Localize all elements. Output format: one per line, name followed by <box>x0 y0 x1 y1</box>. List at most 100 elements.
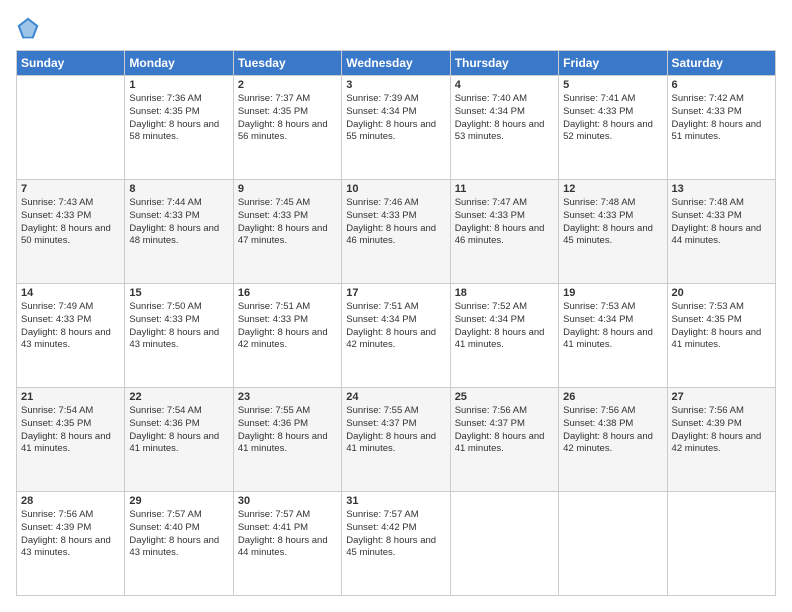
logo-icon <box>16 16 40 40</box>
daylight: Daylight: 8 hours and 42 minutes. <box>238 327 328 351</box>
sunrise: Sunrise: 7:57 AM <box>346 509 418 520</box>
day-number: 17 <box>346 287 445 299</box>
sunset: Sunset: 4:33 PM <box>129 210 199 221</box>
sunset: Sunset: 4:35 PM <box>238 106 308 117</box>
day-header-monday: Monday <box>125 51 233 76</box>
calendar-cell: 10Sunrise: 7:46 AMSunset: 4:33 PMDayligh… <box>342 180 450 284</box>
cell-content: Sunrise: 7:51 AMSunset: 4:33 PMDaylight:… <box>238 301 337 352</box>
sunrise: Sunrise: 7:53 AM <box>563 301 635 312</box>
day-number: 7 <box>21 183 120 195</box>
calendar-cell: 6Sunrise: 7:42 AMSunset: 4:33 PMDaylight… <box>667 76 775 180</box>
header-row: SundayMondayTuesdayWednesdayThursdayFrid… <box>17 51 776 76</box>
calendar-cell: 14Sunrise: 7:49 AMSunset: 4:33 PMDayligh… <box>17 284 125 388</box>
sunrise: Sunrise: 7:46 AM <box>346 197 418 208</box>
week-row-2: 14Sunrise: 7:49 AMSunset: 4:33 PMDayligh… <box>17 284 776 388</box>
day-number: 28 <box>21 495 120 507</box>
calendar-cell: 18Sunrise: 7:52 AMSunset: 4:34 PMDayligh… <box>450 284 558 388</box>
daylight: Daylight: 8 hours and 41 minutes. <box>238 431 328 455</box>
calendar-cell: 23Sunrise: 7:55 AMSunset: 4:36 PMDayligh… <box>233 388 341 492</box>
cell-content: Sunrise: 7:36 AMSunset: 4:35 PMDaylight:… <box>129 93 228 144</box>
day-number: 11 <box>455 183 554 195</box>
sunrise: Sunrise: 7:55 AM <box>346 405 418 416</box>
cell-content: Sunrise: 7:46 AMSunset: 4:33 PMDaylight:… <box>346 197 445 248</box>
sunset: Sunset: 4:33 PM <box>21 210 91 221</box>
day-number: 18 <box>455 287 554 299</box>
sunset: Sunset: 4:34 PM <box>563 314 633 325</box>
cell-content: Sunrise: 7:56 AMSunset: 4:39 PMDaylight:… <box>672 405 771 456</box>
week-row-1: 7 Sunrise: 7:43 AMSunset: 4:33 PMDaylight… <box>17 180 776 284</box>
header <box>16 16 776 40</box>
sunrise: Sunrise: 7:45 AM <box>238 197 310 208</box>
sunset: Sunset: 4:33 PM <box>238 210 308 221</box>
cell-content: Sunrise: 7:44 AMSunset: 4:33 PMDaylight:… <box>129 197 228 248</box>
day-header-thursday: Thursday <box>450 51 558 76</box>
calendar-cell: 25 Sunrise: 7:56 AMSunset: 4:37 PMDayligh… <box>450 388 558 492</box>
calendar-cell: 5 Sunrise: 7:41 AMSunset: 4:33 PMDaylight… <box>559 76 667 180</box>
sunset: Sunset: 4:34 PM <box>346 314 416 325</box>
sunrise: Sunrise: 7:53 AM <box>672 301 744 312</box>
sunrise: Sunrise: 7:56 AM <box>563 405 635 416</box>
daylight: Daylight: 8 hours and 41 minutes. <box>455 431 545 455</box>
daylight: Daylight: 8 hours and 52 minutes. <box>563 119 653 143</box>
cell-content: Sunrise: 7:48 AMSunset: 4:33 PMDaylight:… <box>672 197 771 248</box>
calendar-cell: 7 Sunrise: 7:43 AMSunset: 4:33 PMDaylight… <box>17 180 125 284</box>
cell-content: Sunrise: 7:43 AMSunset: 4:33 PMDaylight:… <box>21 197 120 248</box>
sunrise: Sunrise: 7:42 AM <box>672 93 744 104</box>
daylight: Daylight: 8 hours and 43 minutes. <box>129 535 219 559</box>
sunrise: Sunrise: 7:51 AM <box>346 301 418 312</box>
calendar-cell: 27 Sunrise: 7:56 AMSunset: 4:39 PMDayligh… <box>667 388 775 492</box>
sunset: Sunset: 4:37 PM <box>455 418 525 429</box>
day-number: 6 <box>672 79 771 91</box>
day-number: 29 <box>129 495 228 507</box>
daylight: Daylight: 8 hours and 51 minutes. <box>672 119 762 143</box>
sunset: Sunset: 4:38 PM <box>563 418 633 429</box>
day-number: 13 <box>672 183 771 195</box>
cell-content: Sunrise: 7:56 AMSunset: 4:37 PMDaylight:… <box>455 405 554 456</box>
daylight: Daylight: 8 hours and 46 minutes. <box>346 223 436 247</box>
calendar-cell <box>450 492 558 596</box>
calendar-cell: 22Sunrise: 7:54 AMSunset: 4:36 PMDayligh… <box>125 388 233 492</box>
daylight: Daylight: 8 hours and 42 minutes. <box>672 431 762 455</box>
day-header-wednesday: Wednesday <box>342 51 450 76</box>
daylight: Daylight: 8 hours and 41 minutes. <box>455 327 545 351</box>
calendar-cell: 12Sunrise: 7:48 AMSunset: 4:33 PMDayligh… <box>559 180 667 284</box>
calendar-cell: 26Sunrise: 7:56 AMSunset: 4:38 PMDayligh… <box>559 388 667 492</box>
cell-content: Sunrise: 7:54 AMSunset: 4:35 PMDaylight:… <box>21 405 120 456</box>
daylight: Daylight: 8 hours and 42 minutes. <box>346 327 436 351</box>
daylight: Daylight: 8 hours and 50 minutes. <box>21 223 111 247</box>
sunset: Sunset: 4:37 PM <box>346 418 416 429</box>
daylight: Daylight: 8 hours and 41 minutes. <box>129 431 219 455</box>
week-row-3: 21Sunrise: 7:54 AMSunset: 4:35 PMDayligh… <box>17 388 776 492</box>
sunrise: Sunrise: 7:36 AM <box>129 93 201 104</box>
day-header-saturday: Saturday <box>667 51 775 76</box>
calendar-cell: 8Sunrise: 7:44 AMSunset: 4:33 PMDaylight… <box>125 180 233 284</box>
day-number: 27 <box>672 391 771 403</box>
daylight: Daylight: 8 hours and 42 minutes. <box>563 431 653 455</box>
cell-content: Sunrise: 7:57 AMSunset: 4:42 PMDaylight:… <box>346 509 445 560</box>
cell-content: Sunrise: 7:50 AMSunset: 4:33 PMDaylight:… <box>129 301 228 352</box>
sunrise: Sunrise: 7:41 AM <box>563 93 635 104</box>
day-header-tuesday: Tuesday <box>233 51 341 76</box>
cell-content: Sunrise: 7:37 AMSunset: 4:35 PMDaylight:… <box>238 93 337 144</box>
sunrise: Sunrise: 7:54 AM <box>129 405 201 416</box>
cell-content: Sunrise: 7:53 AMSunset: 4:34 PMDaylight:… <box>563 301 662 352</box>
day-number: 5 <box>563 79 662 91</box>
daylight: Daylight: 8 hours and 47 minutes. <box>238 223 328 247</box>
cell-content: Sunrise: 7:41 AMSunset: 4:33 PMDaylight:… <box>563 93 662 144</box>
calendar-cell <box>559 492 667 596</box>
calendar-cell <box>667 492 775 596</box>
cell-content: Sunrise: 7:56 AMSunset: 4:39 PMDaylight:… <box>21 509 120 560</box>
daylight: Daylight: 8 hours and 44 minutes. <box>238 535 328 559</box>
sunrise: Sunrise: 7:48 AM <box>563 197 635 208</box>
calendar-cell: 2Sunrise: 7:37 AMSunset: 4:35 PMDaylight… <box>233 76 341 180</box>
day-number: 16 <box>238 287 337 299</box>
cell-content: Sunrise: 7:53 AMSunset: 4:35 PMDaylight:… <box>672 301 771 352</box>
sunset: Sunset: 4:42 PM <box>346 522 416 533</box>
sunset: Sunset: 4:33 PM <box>238 314 308 325</box>
cell-content: Sunrise: 7:57 AMSunset: 4:40 PMDaylight:… <box>129 509 228 560</box>
sunset: Sunset: 4:33 PM <box>563 210 633 221</box>
daylight: Daylight: 8 hours and 53 minutes. <box>455 119 545 143</box>
day-number: 25 <box>455 391 554 403</box>
day-number: 1 <box>129 79 228 91</box>
sunrise: Sunrise: 7:44 AM <box>129 197 201 208</box>
